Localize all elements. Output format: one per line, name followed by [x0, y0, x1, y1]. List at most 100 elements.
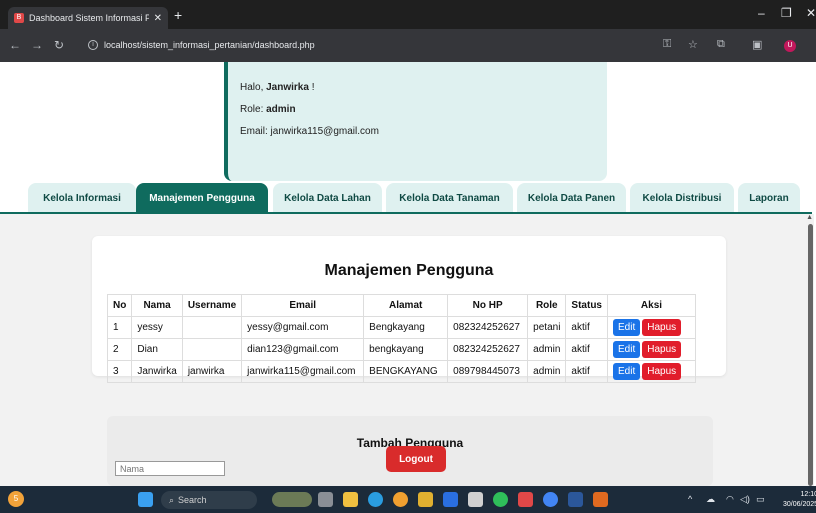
url-text: localhost/sistem_informasi_pertanian/das… [104, 40, 315, 50]
app-orange-icon[interactable] [593, 492, 608, 507]
delete-button[interactable]: Hapus [642, 319, 682, 336]
role-value: admin [266, 104, 296, 115]
extensions-icon[interactable]: ⧉ [717, 38, 725, 51]
cell-no: 3 [106, 360, 133, 383]
taskbar-search[interactable]: ⌕ Search [161, 491, 257, 509]
close-tab-icon[interactable]: ✕ [154, 13, 162, 24]
search-label: Search [178, 495, 207, 505]
tray-chevron-icon[interactable]: ^ [688, 494, 692, 504]
page-content: Halo, Janwirka ! Role: admin Email: janw… [0, 62, 816, 486]
tab-kelola-data-panen[interactable]: Kelola Data Panen [517, 183, 626, 213]
edit-button[interactable]: Edit [612, 341, 641, 358]
scrollbar-thumb[interactable] [808, 224, 813, 486]
forward-icon[interactable]: → [31, 38, 43, 52]
edge-browser-icon[interactable] [368, 492, 383, 507]
new-tab-icon[interactable]: + [174, 7, 182, 23]
bookmark-star-icon[interactable]: ☆ [688, 38, 698, 51]
cell-role: petani [527, 316, 567, 339]
delete-button[interactable]: Hapus [642, 341, 682, 358]
col-nama: Nama [131, 294, 183, 317]
cell-email: janwirka115@gmail.com [241, 360, 365, 383]
copilot-icon[interactable] [393, 492, 408, 507]
cell-no-hp: 089798445073 [447, 360, 529, 383]
whatsapp-icon[interactable] [493, 492, 508, 507]
tab-kelola-data-lahan[interactable]: Kelola Data Lahan [273, 183, 382, 213]
restore-icon[interactable]: ❐ [781, 6, 792, 20]
delete-button[interactable]: Hapus [642, 363, 682, 380]
edit-button[interactable]: Edit [612, 363, 641, 380]
volume-icon[interactable]: ◁) [740, 494, 750, 505]
table-row: 2 Dian dian123@gmail.com bengkayang 0823… [106, 338, 696, 361]
app-a-icon[interactable] [468, 492, 483, 507]
cell-status: aktif [565, 360, 608, 383]
cell-nama: Janwirka [131, 360, 183, 383]
cell-nama: yessy [131, 316, 183, 339]
tab-kelola-informasi[interactable]: Kelola Informasi [28, 183, 136, 213]
back-icon[interactable]: ← [9, 38, 21, 52]
role-line: Role: admin [240, 104, 296, 115]
section-title: Manajemen Pengguna [324, 262, 494, 279]
file-explorer-icon[interactable] [343, 492, 358, 507]
cell-status: aktif [565, 338, 608, 361]
chrome-icon[interactable] [543, 492, 558, 507]
tab-kelola-distribusi[interactable]: Kelola Distribusi [630, 183, 734, 213]
edit-button[interactable]: Edit [612, 319, 641, 336]
scroll-up-arrow-icon[interactable]: ▲ [806, 214, 813, 221]
browser-tab[interactable]: B Dashboard Sistem Informasi P ✕ [8, 7, 168, 29]
clock[interactable]: 12:10 30/06/2025 [783, 490, 816, 510]
tab-laporan[interactable]: Laporan [738, 183, 800, 213]
main-nav-tabs: Kelola Informasi Manajemen Pengguna Kelo… [0, 183, 816, 213]
site-info-icon[interactable]: i [88, 40, 98, 50]
col-email: Email [241, 294, 365, 317]
profile-avatar[interactable]: U [784, 40, 796, 52]
cell-role: admin [527, 360, 567, 383]
start-menu-icon[interactable] [138, 492, 153, 507]
cell-no: 2 [106, 338, 133, 361]
reload-icon[interactable]: ↻ [54, 38, 64, 52]
battery-icon[interactable]: ▭ [756, 494, 765, 505]
col-alamat: Alamat [363, 294, 449, 317]
cell-nama: Dian [131, 338, 183, 361]
vscode-icon[interactable] [443, 492, 458, 507]
table-row: 1 yessy yessy@gmail.com Bengkayang 08232… [106, 316, 696, 339]
browser-tab-bar: B Dashboard Sistem Informasi P ✕ + – ❐ ✕ [0, 0, 816, 29]
logout-button[interactable]: Logout [386, 446, 446, 472]
col-status: Status [565, 294, 608, 317]
table-header-row: No Nama Username Email Alamat No HP Role… [106, 294, 696, 317]
tab-kelola-data-tanaman[interactable]: Kelola Data Tanaman [386, 183, 513, 213]
cell-status: aktif [565, 316, 608, 339]
welcome-card: Halo, Janwirka ! Role: admin Email: janw… [224, 62, 607, 181]
clock-time: 12:10 [800, 491, 816, 498]
cell-no-hp: 082324252627 [447, 338, 529, 361]
favicon-icon: B [14, 13, 24, 23]
col-no: No [106, 294, 133, 317]
onedrive-icon[interactable]: ☁ [706, 494, 715, 505]
tab-manajemen-pengguna[interactable]: Manajemen Pengguna [136, 183, 268, 213]
store-icon[interactable] [418, 492, 433, 507]
xampp-icon[interactable] [518, 492, 533, 507]
search-icon: ⌕ [169, 494, 175, 505]
col-role: Role [527, 294, 567, 317]
cell-aksi: Edit Hapus [606, 338, 696, 361]
name-input[interactable] [115, 461, 225, 476]
minimize-icon[interactable]: – [758, 6, 765, 20]
password-key-icon[interactable]: ⚿ [663, 38, 671, 51]
cell-aksi: Edit Hapus [606, 316, 696, 339]
widgets-icon[interactable] [272, 492, 312, 507]
url-field[interactable]: i localhost/sistem_informasi_pertanian/d… [80, 34, 640, 56]
clock-date: 30/06/2025 [783, 501, 816, 508]
sidebar-icon[interactable]: ▣ [752, 38, 762, 51]
close-window-icon[interactable]: ✕ [806, 6, 816, 20]
greeting: Halo, Janwirka ! [240, 82, 315, 93]
users-table: No Nama Username Email Alamat No HP Role… [106, 294, 696, 383]
cell-aksi: Edit Hapus [606, 360, 696, 383]
tab-title: Dashboard Sistem Informasi P [29, 13, 149, 23]
wifi-icon[interactable]: ◠ [726, 494, 734, 505]
col-no-hp: No HP [447, 294, 529, 317]
col-aksi: Aksi [606, 294, 696, 317]
cell-username [181, 316, 243, 339]
task-view-icon[interactable] [318, 492, 333, 507]
word-icon[interactable] [568, 492, 583, 507]
weather-icon[interactable]: 5 [8, 491, 24, 507]
cell-alamat: BENGKAYANG [363, 360, 449, 383]
